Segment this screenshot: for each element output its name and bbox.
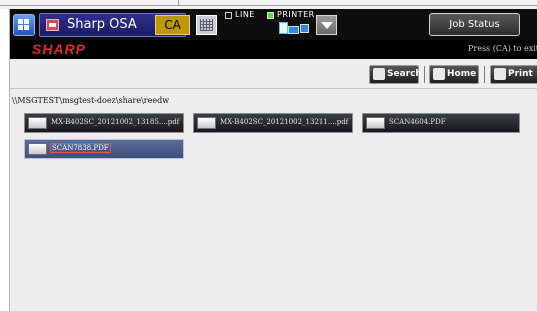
line-indicator-label: LINE xyxy=(235,10,255,19)
osa-app-icon xyxy=(46,19,59,31)
home-button[interactable]: Home xyxy=(429,65,479,84)
job-status-button[interactable]: Job Status xyxy=(429,13,520,36)
file-item[interactable]: MX-B402SC_20121002_13185....pdf xyxy=(24,113,184,133)
file-thumbnail-icon xyxy=(28,143,47,155)
printer-indicator-label: PRINTER xyxy=(277,10,315,19)
printer-indicator-checkbox xyxy=(267,12,274,19)
top-strip-tick xyxy=(178,0,179,6)
sharp-logo: SHARP xyxy=(32,41,87,57)
line-indicator-checkbox xyxy=(225,12,232,19)
chevron-down-icon xyxy=(321,22,333,29)
printer-icon xyxy=(288,26,299,34)
status-bar: Sharp OSA CA LINE PRINTER Job Status xyxy=(10,9,537,40)
windows-home-icon[interactable] xyxy=(13,14,35,36)
toolbar-separator xyxy=(484,66,485,83)
file-thumbnail-icon xyxy=(366,117,385,129)
app-title: Sharp OSA xyxy=(67,17,137,32)
toolbar: Search Home Print xyxy=(10,59,537,93)
file-name: SCAN7838.PDF xyxy=(50,143,111,153)
home-button-label: Home xyxy=(447,69,477,79)
toolbar-separator xyxy=(424,66,425,83)
top-strip-rule xyxy=(0,5,537,6)
header-bar: SHARP Press (CA) to exit xyxy=(10,40,537,59)
file-thumbnail-icon xyxy=(197,117,216,129)
home-icon xyxy=(433,68,445,80)
search-button[interactable]: Search xyxy=(369,65,422,84)
file-name: SCAN4604.PDF xyxy=(389,118,446,126)
status-dropdown-button[interactable] xyxy=(316,15,337,35)
ca-button[interactable]: CA xyxy=(155,15,190,35)
keyboard-button[interactable] xyxy=(196,15,217,35)
file-name: MX-B402SC_20121002_13185....pdf xyxy=(51,118,180,126)
top-strip xyxy=(0,0,537,9)
osa-panel: Sharp OSA CA LINE PRINTER Job Status SHA… xyxy=(10,9,537,311)
exit-hint: Press (CA) to exit xyxy=(468,44,537,53)
windows-logo-icon xyxy=(18,19,29,30)
search-button-label: Search xyxy=(387,69,422,79)
file-item-selected[interactable]: SCAN7838.PDF xyxy=(24,139,184,159)
document-icon xyxy=(279,22,288,34)
network-icon xyxy=(300,24,309,33)
file-thumbnail-icon xyxy=(28,117,47,129)
print-button-label: Print xyxy=(508,69,533,79)
file-item[interactable]: MX-B402SC_20121002_13211....pdf xyxy=(193,113,353,133)
file-item[interactable]: SCAN4604.PDF xyxy=(362,113,520,133)
file-name: MX-B402SC_20121002_13211....pdf xyxy=(220,118,349,126)
folder-path: \\MSGTEST\msgtest-doez\share\reedw xyxy=(12,96,170,105)
print-button[interactable]: Print xyxy=(490,65,537,84)
keyboard-icon xyxy=(200,19,213,31)
printer-icon xyxy=(494,68,506,80)
search-icon xyxy=(373,68,385,80)
toolbar-divider xyxy=(10,88,537,89)
